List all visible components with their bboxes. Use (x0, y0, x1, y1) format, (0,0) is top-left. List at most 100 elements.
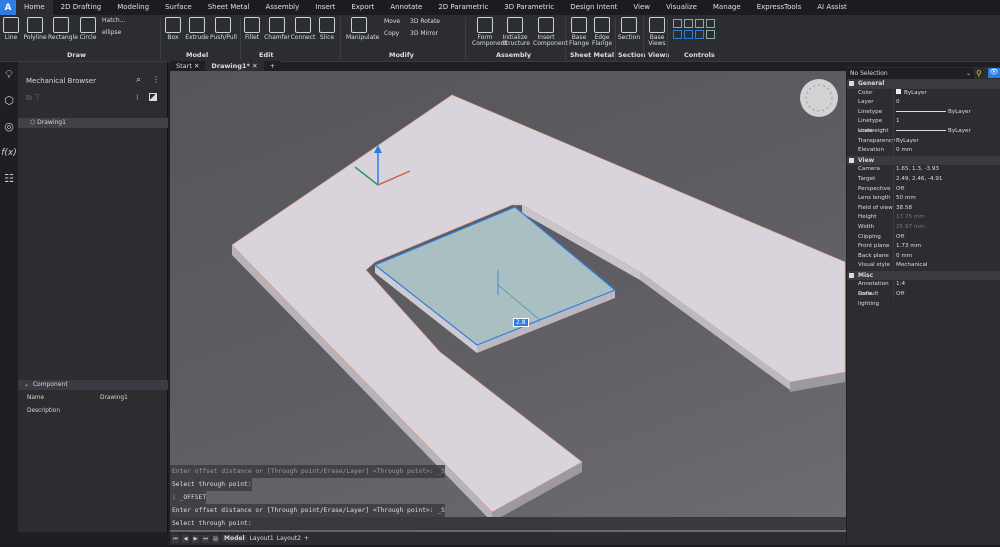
tab-export[interactable]: Export (343, 0, 382, 15)
property-row[interactable]: Field of view 38.58 (847, 203, 1000, 214)
tab-list-icon[interactable]: ▤ (212, 534, 219, 543)
view-control-icon[interactable] (706, 19, 715, 28)
view-control-icon[interactable] (684, 19, 693, 28)
view-control-icon[interactable] (706, 30, 715, 39)
tool-chamfer-button[interactable]: Chamfer (264, 17, 290, 41)
property-value[interactable]: 17.75 mm (893, 213, 1000, 223)
tab-modeling[interactable]: Modeling (109, 0, 157, 15)
view-control-icon[interactable] (695, 30, 704, 39)
layout-tab-model[interactable]: Model (222, 535, 247, 542)
tool-section-button[interactable]: Section (616, 17, 642, 41)
ribbon-group-sheet-metal[interactable]: Sheet Metal (570, 51, 614, 59)
property-row[interactable]: Front plane 1.73 mm (847, 242, 1000, 252)
property-value[interactable]: ByLayer (893, 126, 1000, 137)
property-row[interactable]: Width 25.97 mm (847, 222, 1000, 233)
ribbon-group-edit[interactable]: Edit (259, 51, 273, 59)
view-control-icon[interactable] (673, 30, 682, 39)
tab-manage[interactable]: Manage (705, 0, 749, 15)
tool-move-button[interactable]: Move (384, 18, 400, 25)
property-row[interactable]: Layer 0 (847, 98, 1000, 108)
tab-annotate[interactable]: Annotate (382, 0, 430, 15)
property-value[interactable]: Off (893, 184, 1000, 195)
tool-extrude-button[interactable]: Extrude (184, 17, 210, 41)
expand-icon[interactable]: ⁝ (136, 93, 139, 102)
doc-tab-drawing1[interactable]: Drawing1* ✕ (205, 61, 264, 71)
property-row[interactable]: Lens length 50 mm (847, 194, 1000, 204)
property-row[interactable]: Back plane 0 mm (847, 251, 1000, 262)
tool-circle-button[interactable]: Circle (75, 17, 101, 41)
property-value[interactable]: ByLayer (893, 88, 1000, 99)
tab-3d-parametric[interactable]: 3D Parametric (496, 0, 562, 15)
view-control-icon[interactable] (684, 30, 693, 39)
tool-fillet-button[interactable]: Fillet (239, 17, 265, 41)
tab-2d-drafting[interactable]: 2D Drafting (53, 0, 110, 15)
tool-edge-flange-button[interactable]: Edge Flange (589, 17, 615, 47)
tab-view[interactable]: View (625, 0, 658, 15)
search-icon[interactable]: ⌕ (136, 75, 141, 85)
toggle-visibility-icon[interactable]: 👁︎ (988, 68, 1000, 78)
tool-connect-button[interactable]: Connect (290, 17, 316, 41)
ribbon-group-modify[interactable]: Modify (389, 51, 414, 59)
property-row[interactable]: Linetype ByLayer (847, 107, 1000, 118)
property-value[interactable]: 0 mm (893, 146, 1000, 156)
cube-icon[interactable]: ⬡ (0, 88, 18, 114)
tab-design-intent[interactable]: Design Intent (562, 0, 625, 15)
last-tab-icon[interactable]: ⏭ (202, 534, 209, 543)
ribbon-group-controls[interactable]: Controls (684, 51, 715, 59)
tool-copy-button[interactable]: Copy (384, 30, 399, 37)
selection-dropdown[interactable]: No Selection ⌄ (847, 67, 974, 79)
tab-insert[interactable]: Insert (307, 0, 343, 15)
section-general[interactable]: General (847, 79, 1000, 89)
doc-tab-start[interactable]: Start ✕ (170, 61, 206, 71)
property-value[interactable]: 1.73 mm (893, 242, 1000, 252)
function-icon[interactable]: f(x) (0, 140, 18, 166)
dimension-input[interactable]: 2.8 (513, 318, 529, 327)
tab-visualize[interactable]: Visualize (658, 0, 705, 15)
tool-line-button[interactable]: Line (0, 17, 24, 41)
tool-insert-component-button[interactable]: Insert Component (533, 17, 568, 47)
quick-select-filter-icon[interactable]: ⚲ (976, 69, 986, 78)
property-row[interactable]: Linetype scale 1 (847, 117, 1000, 134)
new-tab-button[interactable]: + (263, 61, 282, 71)
property-value[interactable]: 0 mm (893, 251, 1000, 262)
property-row[interactable]: Color ByLayer (847, 88, 1000, 99)
ribbon-group-section[interactable]: Section (618, 51, 645, 59)
tab-assembly[interactable]: Assembly (258, 0, 308, 15)
property-row[interactable]: Visual style Mechanical (847, 261, 1000, 271)
property-row[interactable]: Default lighting Off (847, 290, 1000, 307)
view-cube-compass[interactable] (800, 79, 838, 117)
property-value[interactable]: Off (893, 290, 1000, 300)
tab-ai-assist[interactable]: AI Assist (809, 0, 855, 15)
lightbulb-icon[interactable]: 💡︎ (0, 62, 18, 88)
property-row[interactable]: Height 17.75 mm (847, 213, 1000, 223)
property-row[interactable]: Target 2.49, 2.46, -4.91 (847, 174, 1000, 185)
property-value[interactable]: 1.65, 1.3, -3.93 (893, 165, 1000, 175)
close-icon[interactable]: ✕ (252, 62, 257, 70)
section-misc[interactable]: Misc (847, 270, 1000, 281)
tool-hatch--button[interactable]: Hatch... (102, 17, 125, 24)
tool-3d-mirror-button[interactable]: 3D Mirror (410, 30, 438, 37)
tab-home[interactable]: Home (16, 0, 53, 15)
tab-2d-parametric[interactable]: 2D Parametric (430, 0, 496, 15)
next-tab-icon[interactable]: ▶ (192, 534, 199, 543)
prev-tab-icon[interactable]: ◀ (182, 534, 189, 543)
property-value[interactable]: 25.97 mm (893, 222, 1000, 233)
first-tab-icon[interactable]: ⏮ (172, 534, 179, 543)
property-row[interactable]: Annotation scale 1:4 (847, 280, 1000, 297)
tool-3d-rotate-button[interactable]: 3D Rotate (410, 18, 440, 25)
property-value[interactable]: ByLayer (893, 107, 1000, 118)
tool-ellipse-button[interactable]: ellipse (102, 29, 121, 36)
tool-form-component-button[interactable]: Form Component (472, 17, 507, 47)
ribbon-group-assembly[interactable]: Assembly (496, 51, 531, 59)
display-toggle-icon[interactable] (149, 93, 157, 101)
component-section-header[interactable]: ⌄ Component (18, 380, 168, 390)
tool-push-pull-button[interactable]: Push/Pull (210, 17, 237, 41)
property-value[interactable]: 2.49, 2.46, -4.91 (893, 174, 1000, 185)
section-view[interactable]: View (847, 155, 1000, 166)
component-icon[interactable]: ⧉ ⊤ (26, 93, 41, 103)
property-value[interactable]: 38.58 (893, 203, 1000, 214)
property-row[interactable]: Lineweight ByLayer (847, 126, 1000, 137)
property-row[interactable]: Elevation 0 mm (847, 146, 1000, 156)
layout-tab-layout1[interactable]: Layout1 (250, 535, 274, 542)
view-control-icon[interactable] (695, 19, 704, 28)
